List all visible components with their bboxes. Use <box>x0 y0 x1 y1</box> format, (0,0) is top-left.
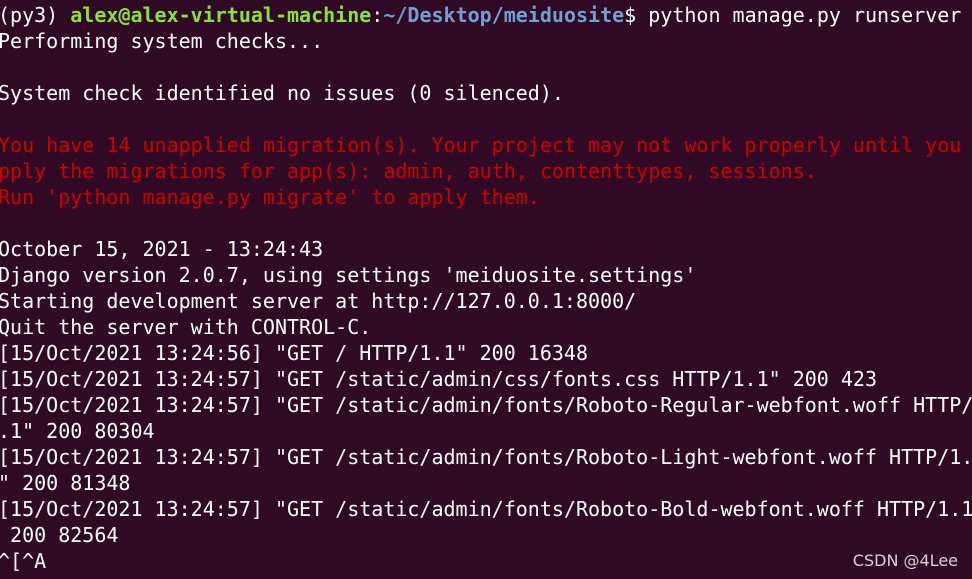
output-line: Starting development server at http://12… <box>0 289 637 313</box>
command-text: python manage.py runserver <box>648 3 962 27</box>
virtualenv-label: (py3) <box>0 3 71 27</box>
output-line: 200 82564 <box>0 523 119 547</box>
output-line: Quit the server with CONTROL-C. <box>0 315 372 339</box>
output-line: [15/Oct/2021 13:24:57] "GET /static/admi… <box>0 367 877 391</box>
warning-line: You have 14 unapplied migration(s). Your… <box>0 133 972 157</box>
output-line: Django version 2.0.7, using settings 'me… <box>0 263 697 287</box>
output-line: " 200 81348 <box>0 471 131 495</box>
output-line: [15/Oct/2021 13:24:57] "GET /static/admi… <box>0 445 972 469</box>
watermark: CSDN @4Lee <box>852 551 958 570</box>
output-line: .1" 200 80304 <box>0 419 155 443</box>
output-line: October 15, 2021 - 13:24:43 <box>0 237 324 261</box>
warning-line: pply the migrations for app(s): admin, a… <box>0 159 817 183</box>
output-line: [15/Oct/2021 13:24:57] "GET /static/admi… <box>0 497 972 521</box>
output-line: System check identified no issues (0 sil… <box>0 81 564 105</box>
prompt-symbol: $ <box>624 3 649 27</box>
prompt-separator: : <box>371 3 384 27</box>
working-directory: ~/Desktop/meiduosite <box>383 3 625 27</box>
terminal-output: Performing system checks... System check … <box>0 28 972 574</box>
output-line: [15/Oct/2021 13:24:56] "GET / HTTP/1.1" … <box>0 341 589 365</box>
user-host: alex@alex-virtual-machine <box>70 3 372 27</box>
output-line: [15/Oct/2021 13:24:57] "GET /static/admi… <box>0 393 972 417</box>
output-line: ^[^A <box>0 549 47 573</box>
warning-line: Run 'python manage.py migrate' to apply … <box>0 185 540 209</box>
prompt-line: (py3) alex@alex-virtual-machine:~/Deskto… <box>0 2 972 28</box>
output-line: Performing system checks... <box>0 29 324 53</box>
terminal-window[interactable]: (py3) alex@alex-virtual-machine:~/Deskto… <box>0 0 972 579</box>
